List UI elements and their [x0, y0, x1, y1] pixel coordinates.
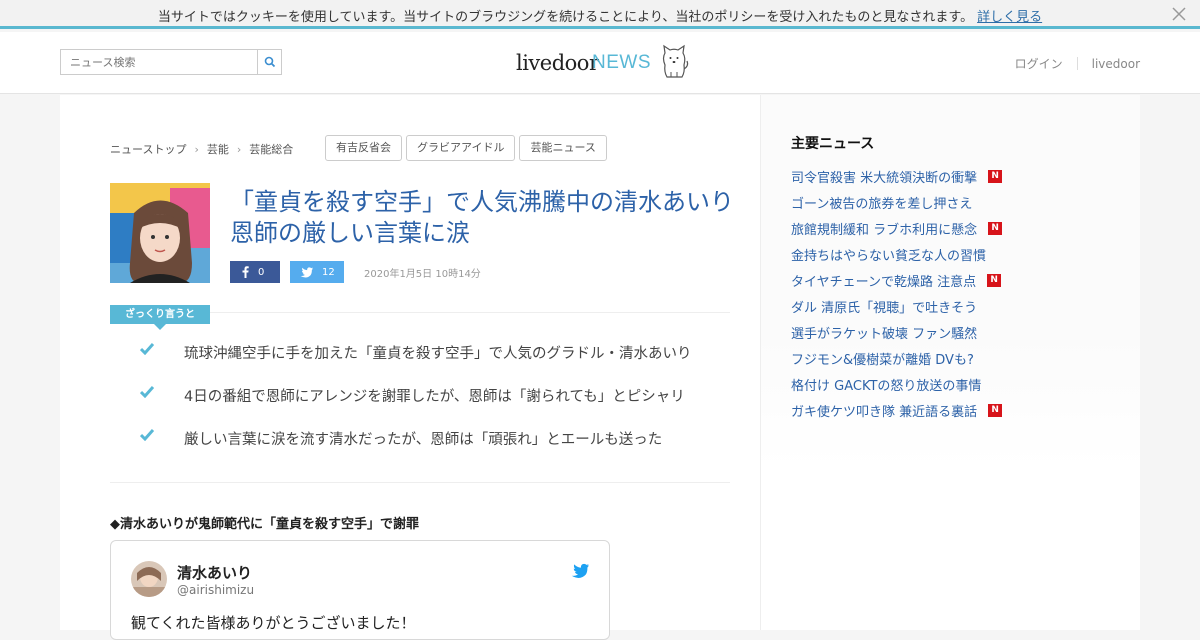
sidebar: 主要ニュース 司令官殺害 米大統領決断の衝撃 N ゴーン被告の旅券を差し押さえ 旅館規…	[760, 95, 1140, 630]
cookie-details-link[interactable]: 詳しく見る	[977, 10, 1042, 25]
news-item[interactable]: 司令官殺害 米大統領決断の衝撃 N	[791, 163, 1121, 189]
article-date: 2020年1月5日 10時14分	[364, 268, 481, 280]
top-news-list: 司令官殺害 米大統領決断の衝撃 N ゴーン被告の旅券を差し押さえ 旅館規制緩和 ラブホ…	[791, 163, 1121, 423]
divider	[1076, 57, 1078, 70]
facebook-share-button[interactable]: 0	[230, 261, 280, 283]
news-item[interactable]: ガキ使ケツ叩き隊 兼近語る裏話 N	[791, 397, 1121, 423]
sidebar-title: 主要ニュース	[791, 136, 875, 152]
cookie-bar: 当サイトではクッキーを使用しています。当サイトのブラウジングを続けることにより、…	[0, 0, 1200, 29]
new-badge: N	[987, 273, 1002, 287]
search-input[interactable]	[61, 50, 259, 74]
dog-mascot-icon	[662, 44, 689, 78]
facebook-count: 0	[258, 266, 265, 278]
search-box	[60, 49, 282, 75]
article-title: 「童貞を殺す空手」で人気沸騰中の清水あいり 恩師の厳しい言葉に涙	[230, 188, 734, 247]
twitter-count: 12	[322, 266, 335, 278]
breadcrumb-entertainment-general[interactable]: 芸能総合	[249, 143, 293, 156]
news-item-title: 金持ちはやらない貧乏な人の習慣	[791, 248, 987, 264]
news-item-title: ダル 清原氏「視聴」で吐きそう	[791, 300, 978, 316]
news-item-title: 格付け GACKTの怒り放送の事情	[791, 378, 982, 394]
summary-list: 琉球沖縄空手に手を加えた「童貞を殺す空手」で人気のグラドル・清水あいり 4日の番…	[110, 335, 730, 464]
breadcrumb-news-top[interactable]: ニューストップ	[110, 143, 186, 156]
search-button[interactable]	[257, 50, 281, 74]
news-item-title: タイヤチェーンで乾燥路 注意点	[791, 274, 977, 290]
chevron-right-icon: ›	[194, 143, 199, 156]
summary-text: 4日の番組で恩師にアレンジを謝罪したが、恩師は「謝られても」とピシャリ	[184, 389, 685, 405]
article-column: ニューストップ › 芸能 › 芸能総合 有吉反省会 グラビアアイドル 芸能ニュース 「童…	[60, 95, 760, 640]
tag-gravure-idol[interactable]: グラビアアイドル	[406, 135, 516, 161]
article-subheading: ◆清水あいりが鬼師範代に「童貞を殺す空手」で謝罪	[110, 517, 419, 532]
embedded-tweet[interactable]: 清水あいり @airishimizu 観てくれた皆様ありがとうございました！	[110, 540, 610, 640]
divider	[110, 482, 730, 483]
thumbnail-photo	[110, 183, 210, 283]
header-links: ログイン livedoor	[1015, 55, 1140, 72]
summary-label-pointer	[154, 324, 166, 330]
news-item-title: ガキ使ケツ叩き隊 兼近語る裏話	[791, 404, 978, 420]
breadcrumb: ニューストップ › 芸能 › 芸能総合	[110, 141, 293, 157]
summary-text: 厳しい言葉に涙を流す清水だったが、恩師は「頑張れ」とエールも送った	[184, 432, 663, 448]
news-item-title: フジモン&優樹菜が離婚 DVも?	[791, 352, 974, 368]
news-item[interactable]: ゴーン被告の旅券を差し押さえ	[791, 189, 1121, 215]
news-item-title: 司令官殺害 米大統領決断の衝撃	[791, 170, 978, 186]
login-link[interactable]: ログイン	[1015, 57, 1063, 71]
new-badge: N	[988, 169, 1003, 183]
news-item[interactable]: 格付け GACKTの怒り放送の事情	[791, 371, 1121, 397]
check-icon	[140, 429, 154, 441]
breadcrumb-entertainment[interactable]: 芸能	[207, 143, 229, 156]
search-icon	[264, 56, 276, 68]
avatar-photo	[131, 561, 167, 597]
summary-item: 4日の番組で恩師にアレンジを謝罪したが、恩師は「謝られても」とピシャリ	[110, 378, 730, 421]
cookie-message-line: 当サイトではクッキーを使用しています。当サイトのブラウジングを続けることにより、…	[0, 6, 1200, 25]
news-item-title: 選手がラケット破壊 ファン騒然	[791, 326, 978, 342]
tag-entertainment-news[interactable]: 芸能ニュース	[519, 135, 607, 161]
site-header: livedoor NEWS ログイン livedoor	[0, 32, 1200, 94]
cookie-message: 当サイトではクッキーを使用しています。当サイトのブラウジングを続けることにより、…	[157, 10, 974, 25]
tag-ariyoshi-hanseikai[interactable]: 有吉反省会	[325, 135, 402, 161]
summary-item: 琉球沖縄空手に手を加えた「童貞を殺す空手」で人気のグラドル・清水あいり	[110, 335, 730, 378]
news-item[interactable]: フジモン&優樹菜が離婚 DVも?	[791, 345, 1121, 371]
article-thumbnail	[110, 183, 210, 283]
news-item[interactable]: 金持ちはやらない貧乏な人の習慣	[791, 241, 1121, 267]
summary-text: 琉球沖縄空手に手を加えた「童貞を殺す空手」で人気のグラドル・清水あいり	[184, 346, 692, 362]
check-icon	[140, 386, 154, 398]
logo-news: NEWS	[592, 52, 651, 73]
avatar[interactable]	[131, 561, 167, 597]
twitter-share-button[interactable]: 12	[290, 261, 344, 283]
check-icon	[140, 343, 154, 355]
tweet-author-handle[interactable]: @airishimizu	[177, 583, 254, 597]
site-logo[interactable]: livedoor NEWS	[516, 44, 696, 84]
tag-list: 有吉反省会 グラビアアイドル 芸能ニュース	[325, 135, 607, 161]
summary-label: ざっくり言うと	[110, 305, 210, 324]
share-bar: 0 12 2020年1月5日 10時14分	[230, 261, 481, 283]
news-item[interactable]: 旅館規制緩和 ラブホ利用に懸念 N	[791, 215, 1121, 241]
twitter-bird-icon[interactable]	[571, 563, 589, 579]
new-badge: N	[988, 403, 1003, 417]
news-item[interactable]: タイヤチェーンで乾燥路 注意点 N	[791, 267, 1121, 293]
news-item-title: 旅館規制緩和 ラブホ利用に懸念	[791, 222, 978, 238]
news-item[interactable]: ダル 清原氏「視聴」で吐きそう	[791, 293, 1121, 319]
news-item[interactable]: 選手がラケット破壊 ファン騒然	[791, 319, 1121, 345]
logo-livedoor: livedoor	[516, 51, 599, 75]
livedoor-link[interactable]: livedoor	[1092, 57, 1140, 71]
new-badge: N	[988, 221, 1003, 235]
twitter-icon	[300, 266, 313, 278]
summary-item: 厳しい言葉に涙を流す清水だったが、恩師は「頑張れ」とエールも送った	[110, 421, 730, 464]
chevron-right-icon: ›	[236, 143, 242, 156]
close-icon[interactable]	[1171, 6, 1187, 22]
tweet-author-name[interactable]: 清水あいり	[177, 562, 252, 583]
news-item-title: ゴーン被告の旅券を差し押さえ	[791, 196, 973, 212]
facebook-icon	[242, 266, 249, 278]
